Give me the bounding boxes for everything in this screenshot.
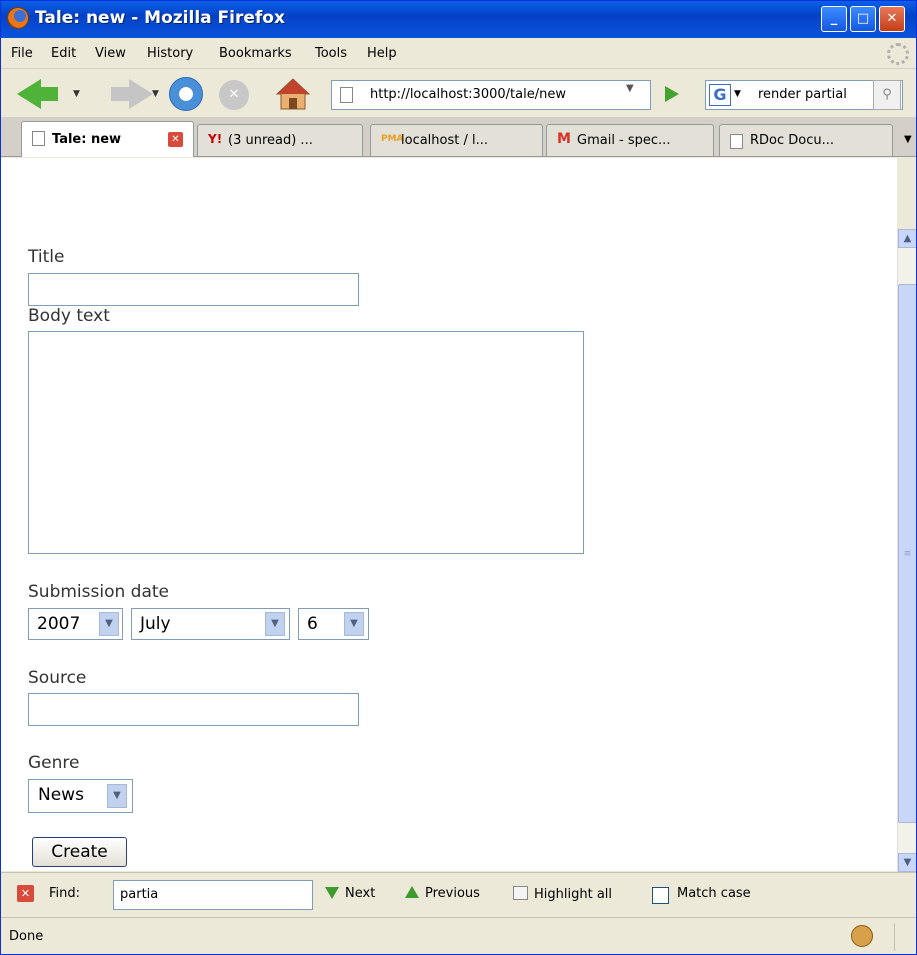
menu-tools[interactable]: Tools (315, 46, 347, 61)
page-icon (730, 134, 743, 149)
scroll-up-icon[interactable]: ▲ (898, 229, 916, 248)
day-select[interactable]: 6 ▼ (298, 608, 369, 640)
search-magnifier-icon[interactable]: ⚲ (873, 80, 901, 110)
menu-view[interactable]: View (95, 46, 126, 61)
tab-label: Gmail - spec... (577, 133, 671, 148)
menu-edit[interactable]: Edit (51, 46, 76, 61)
source-label: Source (28, 668, 87, 688)
body-text-label: Body text (28, 306, 110, 326)
minimize-button[interactable]: _ (821, 6, 847, 32)
menu-history[interactable]: History (147, 46, 193, 61)
year-value: 2007 (37, 614, 81, 634)
greasemonkey-icon[interactable] (851, 925, 873, 947)
source-input[interactable] (28, 693, 359, 726)
close-find-bar-icon[interactable]: ✕ (17, 885, 34, 902)
gmail-icon: M (557, 131, 571, 147)
tab-label: localhost / l... (401, 133, 489, 148)
highlight-all-button[interactable]: Highlight all (513, 886, 612, 902)
highlight-icon (513, 886, 528, 900)
home-icon[interactable] (275, 77, 311, 111)
create-button[interactable]: Create (32, 837, 127, 867)
scrollbar-thumb[interactable]: ≡ (898, 284, 916, 823)
find-next-button[interactable]: Next (325, 886, 375, 901)
url-history-dropdown-icon[interactable]: ▼ (626, 83, 634, 94)
yahoo-icon: Y! (208, 132, 223, 146)
title-bar: Tale: new - Mozilla Firefox _ □ ✕ (1, 1, 916, 38)
forward-button[interactable] (111, 87, 131, 101)
month-value: July (140, 614, 171, 634)
back-history-dropdown-icon[interactable]: ▼ (73, 89, 80, 99)
search-input[interactable]: render partial (758, 87, 847, 102)
chevron-down-icon[interactable]: ▼ (265, 612, 285, 636)
page-icon (340, 87, 353, 103)
maximize-button[interactable]: □ (850, 6, 876, 32)
throbber-icon (887, 43, 909, 65)
phpmyadmin-icon: PMA (381, 134, 404, 144)
forward-history-dropdown-icon[interactable]: ▼ (152, 89, 159, 99)
day-value: 6 (307, 614, 318, 634)
tab-phpmyadmin[interactable]: PMA localhost / l... (370, 124, 543, 156)
tab-label: RDoc Docu... (750, 133, 835, 148)
search-engine-dropdown-icon[interactable]: ▼ (734, 89, 741, 99)
tab-gmail[interactable]: M Gmail - spec... (546, 124, 714, 156)
menu-file[interactable]: File (11, 46, 33, 61)
back-button[interactable] (38, 87, 58, 101)
google-icon[interactable]: G (709, 84, 731, 106)
find-next-label: Next (345, 886, 376, 901)
stop-icon[interactable]: ✕ (219, 80, 249, 110)
menu-bar: File Edit View History Bookmarks Tools H… (1, 38, 916, 69)
tab-label: (3 unread) ... (228, 133, 313, 148)
year-select[interactable]: 2007 ▼ (28, 608, 123, 640)
list-all-tabs-icon[interactable]: ▼ (904, 134, 912, 145)
chevron-down-icon[interactable]: ▼ (344, 612, 364, 636)
tab-rdoc[interactable]: RDoc Docu... (719, 124, 893, 156)
body-text-textarea[interactable] (28, 331, 584, 554)
month-select[interactable]: July ▼ (131, 608, 290, 640)
find-input-value: partia (120, 887, 159, 902)
menu-help[interactable]: Help (367, 46, 397, 61)
highlight-all-label: Highlight all (534, 887, 613, 902)
arrow-down-icon (325, 887, 339, 899)
genre-value: News (38, 785, 84, 805)
firefox-icon (7, 7, 29, 29)
find-bar: ✕ Find: partia Next Previous Highlight a… (1, 872, 916, 917)
chevron-down-icon[interactable]: ▼ (99, 612, 119, 636)
browser-window: Tale: new - Mozilla Firefox _ □ ✕ File E… (0, 0, 917, 955)
title-label: Title (28, 247, 65, 267)
forward-arrow-icon[interactable] (129, 79, 153, 109)
menu-bookmarks[interactable]: Bookmarks (219, 46, 292, 61)
scroll-down-icon[interactable]: ▼ (898, 853, 916, 872)
tab-tale-new[interactable]: Tale: new ✕ (21, 121, 194, 157)
arrow-up-icon (405, 886, 419, 898)
title-input[interactable] (28, 273, 359, 306)
url-text: http://localhost:3000/tale/new (370, 87, 566, 102)
status-text: Done (9, 929, 44, 944)
chevron-down-icon[interactable]: ▼ (107, 784, 127, 808)
tab-label: Tale: new (52, 132, 122, 147)
genre-label: Genre (28, 753, 80, 773)
url-bar[interactable]: http://localhost:3000/tale/new (331, 80, 651, 110)
find-previous-label: Previous (425, 886, 480, 901)
match-case-checkbox[interactable] (652, 887, 669, 904)
close-window-button[interactable]: ✕ (879, 6, 905, 32)
resize-grip[interactable] (894, 923, 912, 951)
status-bar: Done (1, 917, 916, 954)
vertical-scrollbar[interactable]: ▲ ≡ ▼ (897, 229, 916, 872)
window-title: Tale: new - Mozilla Firefox (35, 8, 285, 28)
reload-icon[interactable] (169, 77, 203, 111)
find-label: Find: (49, 886, 81, 901)
go-icon[interactable] (665, 86, 679, 102)
match-case-label[interactable]: Match case (677, 886, 751, 901)
find-previous-button[interactable]: Previous (405, 886, 480, 901)
tab-yahoo-mail[interactable]: Y! (3 unread) ... (197, 124, 363, 156)
genre-select[interactable]: News ▼ (28, 779, 133, 813)
tab-bar: Tale: new ✕ Y! (3 unread) ... PMA localh… (1, 117, 916, 157)
find-input[interactable]: partia (113, 880, 313, 910)
page-icon (32, 131, 45, 146)
submission-date-label: Submission date (28, 582, 169, 602)
close-tab-icon[interactable]: ✕ (168, 132, 183, 147)
